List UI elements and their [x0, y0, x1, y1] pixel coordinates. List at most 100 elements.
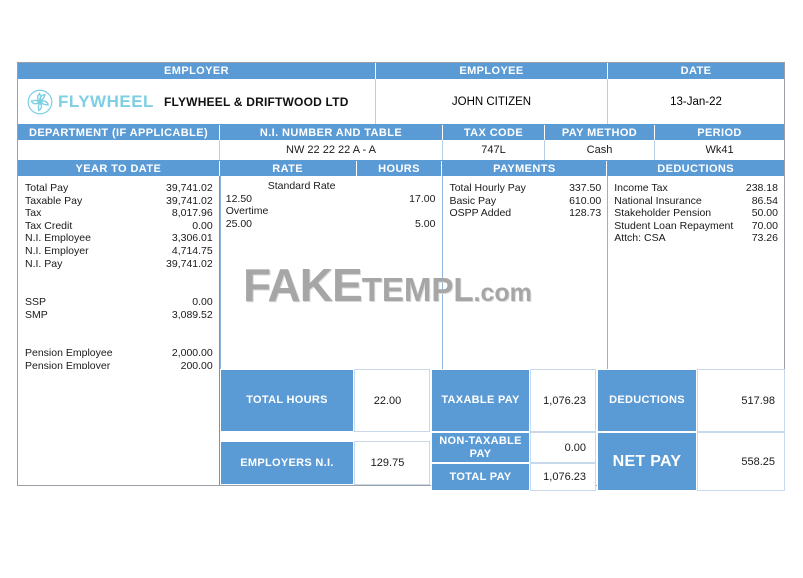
total-hours-value: 22.00	[354, 369, 430, 432]
rate-entry-rate: 25.00	[225, 217, 253, 230]
ytd-statutory-label: SSP	[25, 296, 47, 309]
employee-header-label: EMPLOYEE	[376, 63, 608, 79]
ytd-value: 4,714.75	[171, 244, 213, 257]
hours-column-label: HOURS	[356, 161, 443, 176]
ytd-row: N.I. Employee 3,306.01	[25, 232, 213, 245]
deduction-row: Income Tax 238.18	[614, 182, 778, 195]
company-logo: FLYWHEEL	[18, 89, 164, 115]
rate-list: Standard Rate 12.50 17.00 Overtime 25.00…	[220, 176, 443, 230]
ytd-statutory-label: SMP	[25, 308, 48, 321]
payment-label: Total Hourly Pay	[449, 182, 526, 194]
ytd-column-footer	[18, 369, 220, 485]
ytd-label: Tax Credit	[25, 219, 73, 232]
period-header-label: PERIOD	[655, 125, 784, 140]
payslip-page: EMPLOYER EMPLOYEE DATE FLYWHEEL FLYWHEEL…	[0, 0, 803, 578]
deduction-label: Income Tax	[614, 182, 668, 194]
ytd-row: Tax Credit 0.00	[25, 220, 213, 233]
total-pay-label: TOTAL PAY	[431, 463, 530, 491]
ytd-column-label: YEAR TO DATE	[18, 161, 220, 176]
non-taxable-pay-label: NON-TAXABLE PAY	[431, 432, 530, 463]
employer-cell: FLYWHEEL FLYWHEEL & DRIFTWOOD LTD	[18, 79, 376, 124]
net-pay-label: NET PAY	[597, 432, 697, 491]
deduction-label: Stakeholder Pension	[614, 207, 712, 220]
logo-wordmark: FLYWHEEL	[58, 91, 154, 111]
taxable-pay-label: TAXABLE PAY	[431, 369, 530, 432]
pay-method-value: Cash	[545, 140, 655, 160]
payment-row: OSPP Added 128.73	[449, 207, 601, 220]
deductions-total-label: DEDUCTIONS	[597, 369, 697, 432]
payments-list: Total Hourly Pay 337.50 Basic Pay 610.00…	[442, 176, 607, 220]
ytd-row: N.I. Employer 4,714.75	[25, 245, 213, 258]
column-header-row: YEAR TO DATE RATE HOURS PAYMENTS DEDUCTI…	[18, 161, 784, 176]
ytd-list: Total Pay 39,741.02 Taxable Pay 39,741.0…	[18, 176, 219, 373]
total-hours-label: TOTAL HOURS	[220, 369, 354, 432]
subheader-value-row: NW 22 22 22 A - A 747L Cash Wk41	[18, 140, 784, 161]
rate-column-label: RATE	[219, 161, 357, 176]
employer-header-label: EMPLOYER	[18, 63, 376, 79]
rate-entry-rate: 12.50	[225, 192, 253, 205]
deduction-label: Student Loan Repayment	[614, 219, 734, 232]
ytd-label: Total Pay	[25, 182, 69, 194]
deduction-label: Attch: CSA	[614, 232, 666, 245]
deduction-label: National Insurance	[614, 194, 702, 207]
non-taxable-pay-value: 0.00	[530, 432, 596, 463]
total-pay-value: 1,076.23	[530, 463, 596, 491]
pay-method-header-label: PAY METHOD	[545, 125, 655, 140]
tax-code-header-label: TAX CODE	[443, 125, 545, 140]
deductions-total-value: 517.98	[697, 369, 785, 432]
deduction-value: 50.00	[751, 207, 778, 220]
deduction-row: National Insurance 86.54	[614, 195, 778, 208]
ytd-statutory-row: SSP 0.00	[25, 296, 213, 309]
payment-value: 128.73	[569, 207, 602, 220]
payment-row: Total Hourly Pay 337.50	[449, 182, 601, 195]
rate-entry-name: Standard Rate	[267, 180, 336, 192]
ytd-label: Tax	[25, 207, 42, 220]
header-label-row: EMPLOYER EMPLOYEE DATE	[18, 63, 784, 79]
deduction-value: 86.54	[751, 194, 778, 207]
ytd-label: Taxable Pay	[25, 194, 83, 207]
column-divider	[219, 176, 221, 378]
taxable-pay-value: 1,076.23	[530, 369, 596, 432]
department-header-label: DEPARTMENT (IF APPLICABLE)	[18, 125, 220, 140]
deductions-column-label: DEDUCTIONS	[607, 161, 784, 176]
payslip-date: 13-Jan-22	[670, 95, 722, 108]
rate-entry-name: Overtime	[225, 205, 269, 218]
ytd-pension-value: 2,000.00	[171, 347, 213, 360]
rate-entry-row: 12.50 17.00	[226, 193, 436, 206]
ytd-statutory-row: SMP 3,089.52	[25, 309, 213, 322]
payments-column-label: PAYMENTS	[442, 161, 608, 176]
ytd-statutory-value: 0.00	[192, 296, 213, 309]
deduction-row: Attch: CSA 73.26	[614, 232, 778, 245]
ytd-value: 0.00	[192, 219, 213, 232]
ytd-label: N.I. Employer	[25, 244, 89, 257]
employers-ni-label: EMPLOYERS N.I.	[220, 441, 354, 485]
ni-number-header-label: N.I. NUMBER AND TABLE	[220, 125, 443, 140]
column-divider	[607, 176, 609, 378]
ytd-value: 8,017.96	[171, 207, 213, 220]
payment-label: OSPP Added	[449, 207, 512, 220]
payment-value: 337.50	[569, 182, 602, 194]
ytd-pension-row: Pension Employee 2,000.00	[25, 347, 213, 360]
deduction-row: Student Loan Repayment 70.00	[614, 220, 778, 233]
ytd-row: Tax 8,017.96	[25, 207, 213, 220]
rate-entry-row: 25.00 5.00	[226, 218, 436, 231]
summary-area: TOTAL HOURS 22.00 EMPLOYERS N.I. 129.75 …	[220, 369, 785, 491]
column-divider	[442, 176, 444, 378]
payment-label: Basic Pay	[449, 194, 497, 207]
employee-name: JOHN CITIZEN	[376, 79, 608, 124]
employers-ni-value: 129.75	[354, 441, 430, 485]
rate-entry-hours: 17.00	[409, 192, 436, 205]
ytd-row: Total Pay 39,741.02	[25, 182, 213, 195]
department-value	[18, 140, 220, 160]
net-pay-value: 558.25	[697, 432, 785, 491]
ytd-statutory-value: 3,089.52	[171, 308, 213, 321]
deduction-value: 238.18	[745, 182, 778, 194]
ytd-row: Taxable Pay 39,741.02	[25, 195, 213, 208]
ytd-value: 39,741.02	[166, 182, 213, 194]
deduction-value: 70.00	[751, 219, 778, 232]
deduction-row: Stakeholder Pension 50.00	[614, 207, 778, 220]
ytd-label: N.I. Pay	[25, 257, 63, 270]
ytd-value: 39,741.02	[166, 194, 213, 207]
